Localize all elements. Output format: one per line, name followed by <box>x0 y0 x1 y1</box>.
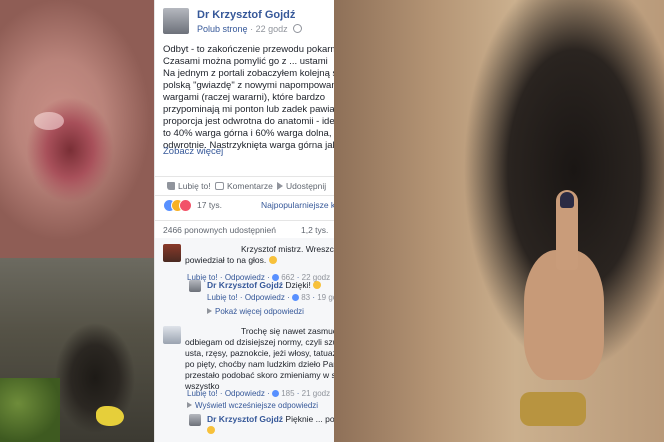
post-text-line: proporcja jest odwrotna do anatomii - id… <box>163 116 335 127</box>
reply-links: Lubię to! · Odpowiedz · 83 · 19 go <box>207 292 335 303</box>
like-page-link[interactable]: Polub stronę <box>197 24 248 34</box>
post-text-line: wargami (raczej wararni), które bardzo <box>163 92 326 103</box>
thumbs-up-icon <box>167 182 175 190</box>
author-name[interactable]: Dr Krzysztof Gojdź <box>197 9 295 21</box>
reply-text: Dr Krzysztof Gojdź Pięknie ... popier <box>207 414 335 436</box>
comments-section: Krzysztof mistrz. Wreszcie powiedział to… <box>155 238 335 442</box>
woman-photo <box>334 0 664 442</box>
share-button[interactable]: Udostępnij <box>277 181 326 191</box>
comment-text: Trochę się nawet zasmuciła <box>241 326 335 337</box>
facebook-post: Dr Krzysztof Gojdź Polub stronę · 22 god… <box>154 0 335 442</box>
reactions-row[interactable]: 17 tys. Najpopularniejsze ko <box>163 199 335 213</box>
most-relevant-sort[interactable]: Najpopularniejsze ko <box>261 200 335 210</box>
post-text-line: polską "gwiazdę" z nowymi napompowanymi <box>163 80 335 91</box>
share-icon <box>277 182 283 190</box>
post-text-line: Odbyt - to zakończenie przewodu pokarmow… <box>163 44 335 55</box>
reaction-count[interactable]: 17 tys. <box>197 200 222 210</box>
reply-like-link[interactable]: Lubię to! <box>207 293 238 302</box>
reply-line: Dr Krzysztof Gojdź Pięknie ... popier <box>207 414 335 424</box>
like-count-icon <box>291 294 299 301</box>
reply-line: Dr Krzysztof Gojdź Dzięki! <box>207 280 335 291</box>
reply-line <box>207 425 335 436</box>
comment-line: po pięty, choćby nam ludzkim dzieło Pana… <box>185 359 335 369</box>
comment-button[interactable]: Komentarze <box>215 181 273 191</box>
author-avatar[interactable] <box>163 8 189 34</box>
comment-text: odbiegam od dzisiejszej normy, czyli szu… <box>185 337 335 392</box>
lip-highlight <box>34 112 64 130</box>
lips-photo <box>0 0 154 258</box>
love-reaction-icon <box>179 199 192 212</box>
post-text-line: przypominają mi ponton lub zadek pawiana… <box>163 104 335 115</box>
post-text-line: Czasami można pomylić go z ... ustami <box>163 56 328 67</box>
comment-time[interactable]: 21 godz <box>302 389 330 398</box>
post-text: Odbyt - to zakończenie przewodu pokarmow… <box>163 44 335 152</box>
share-label: Udostępnij <box>286 181 327 191</box>
comment-line: odbiegam od dzisiejszej normy, czyli szu… <box>185 337 335 347</box>
reply-arrow-icon <box>207 308 212 314</box>
comment-label: Komentarze <box>227 181 273 191</box>
commenter-avatar[interactable] <box>163 244 181 262</box>
smiley-icon <box>313 281 322 289</box>
smiley-icon <box>207 426 215 434</box>
reply-text: Dr Krzysztof Gojdź Dzięki! <box>207 280 335 291</box>
comment-icon <box>215 182 224 190</box>
reply-author[interactable]: Dr Krzysztof Gojdź <box>207 414 283 424</box>
reply-time[interactable]: 19 go <box>317 293 335 302</box>
smiley-icon <box>268 256 277 264</box>
shares-count[interactable]: 2466 ponownych udostępnień <box>163 225 276 235</box>
reply-avatar[interactable] <box>189 414 201 426</box>
comment-links: Lubię to! · Odpowiedz · 185 · 21 godz <box>187 389 331 398</box>
comments-count[interactable]: 1,2 tys. <box>301 225 328 235</box>
reply-avatar[interactable] <box>189 280 201 292</box>
like-label: Lubię to! <box>178 181 211 191</box>
like-count-icon <box>271 390 279 397</box>
show-earlier-replies[interactable]: Wyświetl wcześniejsze odpowiedzi <box>187 400 318 411</box>
comment-text: powiedział to na głos. <box>185 255 335 266</box>
see-more-link[interactable]: Zobacz więcej <box>163 146 223 157</box>
comment-line: powiedział to na głos. <box>185 255 335 266</box>
comment-line: Krzysztof mistrz. Wreszcie <box>241 244 335 254</box>
gorilla-photo <box>0 258 154 442</box>
show-more-replies[interactable]: Pokaż więcej odpowiedzi <box>207 306 304 317</box>
reply-author[interactable]: Dr Krzysztof Gojdź <box>207 280 283 290</box>
comment-like-count[interactable]: 185 <box>281 389 294 398</box>
comment-text: Krzysztof mistrz. Wreszcie <box>241 244 335 255</box>
leaves <box>0 378 60 442</box>
comment-line: Trochę się nawet zasmuciła <box>241 326 335 336</box>
comment-reply-link[interactable]: Odpowiedz <box>225 389 265 398</box>
post-actions: Lubię to! Komentarze Udostępnij <box>155 176 335 196</box>
globe-icon <box>293 24 303 33</box>
gold-watch <box>520 392 586 426</box>
post-text-line: Na jednym z portali zobaczyłem kolejną s… <box>163 68 335 79</box>
reply-arrow-icon <box>187 402 192 408</box>
reply-reply-link[interactable]: Odpowiedz <box>245 293 285 302</box>
meta-separator: · <box>250 24 254 34</box>
fingernail <box>560 192 574 208</box>
post-text-line: to 40% warga górna i 60% warga dolna, a … <box>163 128 335 139</box>
shares-row: 2466 ponownych udostępnień 1,2 tys. <box>155 220 335 239</box>
banana <box>96 406 124 426</box>
comment-line: przestało podobać skoro zmieniamy w so <box>185 370 335 380</box>
post-time[interactable]: 22 godz <box>256 24 288 34</box>
post-meta: Polub stronę · 22 godz <box>197 24 303 34</box>
post-header: Dr Krzysztof Gojdź Polub stronę · 22 god… <box>163 8 333 42</box>
reply-like-count[interactable]: 83 <box>301 293 310 302</box>
like-button[interactable]: Lubię to! <box>167 181 211 191</box>
comment-line: usta, rzęsy, paznokcie, jeżi włosy, tatu… <box>185 348 335 358</box>
comment-like-link[interactable]: Lubię to! <box>187 389 218 398</box>
commenter-avatar[interactable] <box>163 326 181 344</box>
